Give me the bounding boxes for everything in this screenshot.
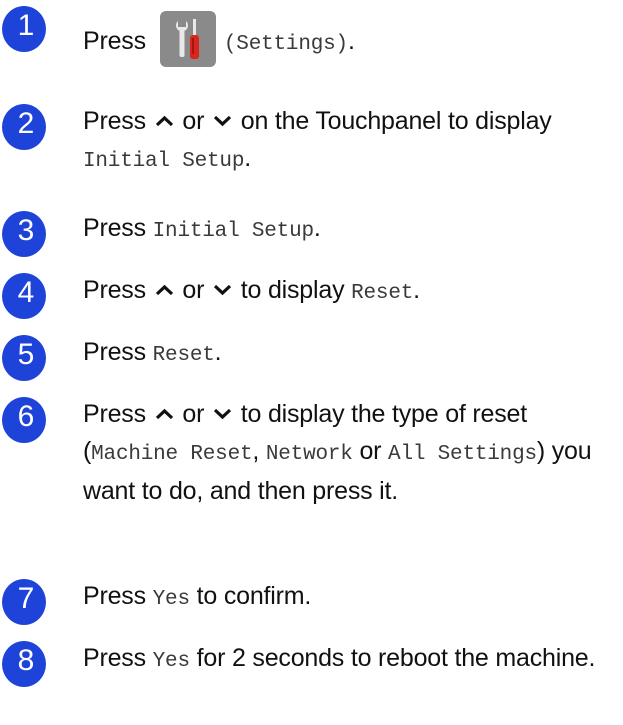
network-label: Network	[265, 443, 353, 466]
reset-label: Reset	[152, 344, 215, 367]
step-text: Press or to display Reset.	[83, 276, 420, 305]
settings-icon[interactable]	[159, 11, 216, 67]
chevron-down-icon	[213, 408, 232, 420]
step-number: 7	[17, 582, 35, 615]
chevron-down-icon	[213, 284, 232, 296]
chevron-up-icon	[155, 408, 173, 420]
machine-reset-label: Machine Reset	[91, 443, 253, 466]
step-number: 8	[17, 644, 35, 677]
step-text: Press Reset.	[83, 338, 222, 367]
step-text: Press Yes to confirm.	[83, 582, 312, 611]
step-number-badge: 3	[0, 210, 48, 258]
settings-label: (Settings)	[223, 33, 348, 56]
step-number-badge: 7	[0, 578, 48, 626]
step-number-badge: 2	[0, 103, 48, 151]
initial-setup-label: Initial Setup	[83, 150, 245, 173]
step-number: 5	[17, 338, 35, 371]
step-number-badge: 8	[0, 640, 48, 688]
step-number: 6	[17, 400, 35, 433]
yes-label: Yes	[152, 588, 190, 611]
step-text: Press Initial Setup.	[83, 214, 321, 243]
initial-setup-label: Initial Setup	[152, 220, 314, 243]
step-text: Press Yes for 2 seconds to reboot the ma…	[83, 644, 596, 673]
press-word: Press	[83, 27, 146, 55]
step-number: 3	[17, 214, 35, 247]
step-text: Press or on the Touchpanel to display In…	[83, 107, 552, 173]
chevron-up-icon	[155, 284, 173, 296]
step-number: 1	[17, 9, 35, 42]
step-number: 4	[17, 276, 35, 309]
all-settings-label: All Settings	[388, 443, 537, 466]
step-number-badge: 4	[0, 272, 48, 320]
yes-label: Yes	[152, 650, 190, 673]
chevron-up-icon	[155, 115, 173, 127]
step-number-badge: 6	[0, 396, 48, 444]
step-number-badge: 5	[0, 334, 48, 382]
step-text: Press or to display the type of reset (M…	[83, 400, 592, 505]
chevron-down-icon	[213, 115, 232, 127]
step-number-badge: 1	[0, 5, 48, 53]
reset-label: Reset	[351, 282, 414, 305]
step-text: Press (Settings).	[83, 11, 613, 67]
step-number: 2	[17, 107, 35, 140]
